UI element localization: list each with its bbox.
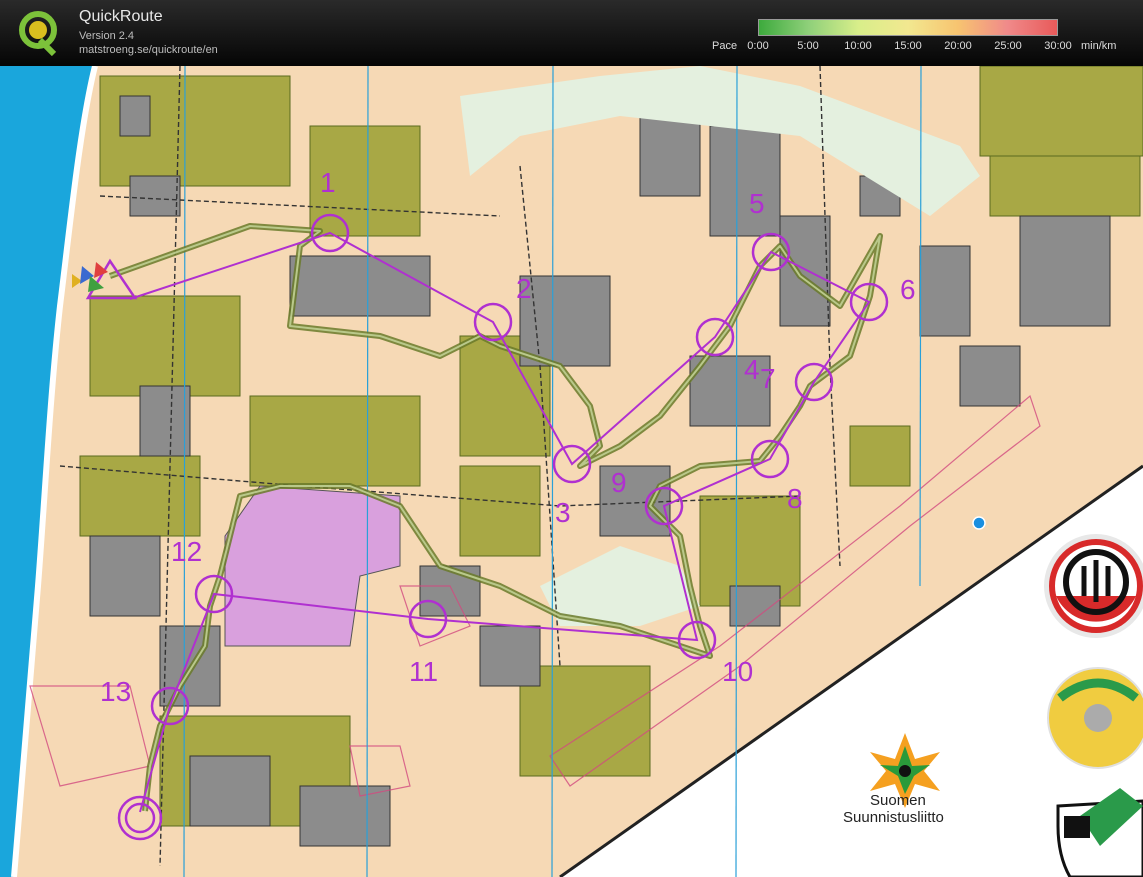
pace-tick-label: 15:00 (894, 40, 922, 52)
control-number: 1 (320, 167, 336, 198)
pace-tick-label: 30:00 (1044, 40, 1072, 52)
pace-tick-label: 5:00 (797, 40, 819, 52)
app-url-link[interactable]: matstroeng.se/quickroute/en (79, 44, 218, 56)
control-number: 9 (611, 467, 627, 498)
control-number: 4 (744, 354, 760, 385)
pace-tick-label: 0:00 (747, 40, 769, 52)
control-number: 13 (100, 676, 131, 707)
app-version: Version 2.4 (79, 30, 135, 42)
pace-unit: min/km (1081, 40, 1117, 52)
pace-tick-label: 25:00 (994, 40, 1022, 52)
pace-label: Pace (712, 40, 738, 52)
pace-tick-label: 20:00 (944, 40, 972, 52)
control-number: 7 (760, 363, 776, 394)
control-number: 2 (516, 273, 532, 304)
federation-name-line1: Suomen (870, 792, 926, 809)
parma-logo-icon (1047, 667, 1143, 769)
control-number: 5 (749, 188, 765, 219)
control-number: 3 (555, 497, 571, 528)
control-number: 8 (787, 483, 803, 514)
orienteering-map[interactable]: 1 2 3 4 5 6 7 8 9 10 11 12 13 Suomen Suu… (0, 66, 1143, 877)
pace-tick-label: 10:00 (844, 40, 872, 52)
federation-name-line2: Suunnistusliitto (843, 809, 944, 826)
app-header: QuickRoute Version 2.4 matstroeng.se/qui… (0, 0, 1143, 66)
control-number: 11 (409, 656, 438, 687)
control-number: 12 (171, 536, 202, 567)
pace-color-scale (758, 19, 1058, 36)
control-number: 10 (722, 656, 753, 687)
pace-legend: Pace 0:00 5:00 10:00 15:00 20:00 25:00 3… (700, 18, 1140, 58)
control-number: 6 (900, 274, 916, 305)
quickroute-q-logo-icon (19, 11, 57, 56)
water-point-icon (972, 516, 986, 530)
app-title: QuickRoute (79, 8, 163, 25)
